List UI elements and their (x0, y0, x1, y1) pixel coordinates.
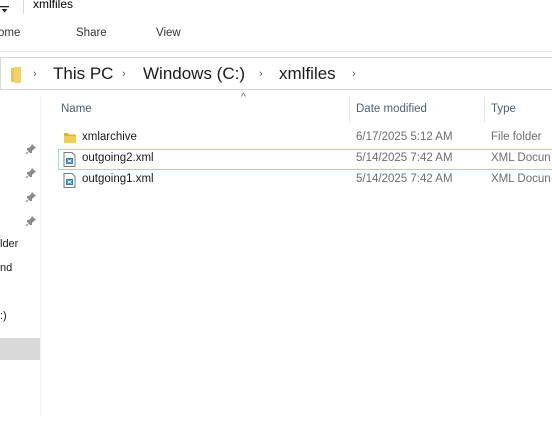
column-header-name[interactable]: Name (61, 103, 92, 115)
address-bar[interactable]: › This PC › Windows (C:) › xmlfiles › (0, 57, 552, 90)
nav-item-selected[interactable] (0, 338, 40, 360)
folder-icon (64, 133, 76, 143)
tab-share[interactable]: Share (76, 27, 107, 39)
file-name: outgoing2.xml (82, 152, 154, 164)
file-date-modified: 5/14/2025 7:42 AM (356, 173, 453, 185)
file-date-modified: 5/14/2025 7:42 AM (356, 152, 453, 164)
ribbon-tabs: ome Share View (0, 20, 552, 52)
nav-item-drive[interactable]: :) (0, 310, 7, 322)
navigation-pane: lder nd :) (0, 96, 41, 416)
xml-file-icon (63, 173, 76, 188)
window-title: xmlfiles (33, 0, 74, 11)
file-row-xmlarchive[interactable]: xmlarchive 6/17/2025 5:12 AM File folder (58, 128, 552, 149)
file-name: outgoing1.xml (82, 173, 154, 185)
xml-file-icon (63, 152, 76, 167)
file-row-outgoing1[interactable]: outgoing1.xml 5/14/2025 7:42 AM XML Docu… (58, 170, 552, 191)
tab-home[interactable]: ome (0, 27, 20, 39)
title-bar: xmlfiles (0, 0, 552, 20)
pin-icon[interactable] (25, 215, 37, 227)
title-separator (23, 0, 24, 14)
quick-access-dropdown-icon[interactable] (0, 5, 10, 15)
chevron-right-icon[interactable]: › (122, 68, 126, 80)
file-type: XML Docun (491, 173, 551, 185)
column-divider[interactable] (484, 96, 485, 123)
column-header-type[interactable]: Type (491, 103, 516, 115)
chevron-right-icon[interactable]: › (352, 68, 356, 80)
folder-icon (11, 67, 21, 83)
column-headers: ^ Name Date modified Type (44, 92, 552, 123)
file-name: xmlarchive (82, 131, 137, 143)
column-divider[interactable] (349, 96, 350, 123)
file-row-outgoing2[interactable]: outgoing2.xml 5/14/2025 7:42 AM XML Docu… (58, 149, 552, 170)
chevron-right-icon[interactable]: › (259, 68, 263, 80)
breadcrumb-this-pc[interactable]: This PC (53, 64, 113, 84)
chevron-right-icon[interactable]: › (33, 68, 37, 80)
sort-ascending-icon: ^ (241, 92, 246, 103)
nav-item[interactable]: nd (0, 262, 12, 274)
file-date-modified: 6/17/2025 5:12 AM (356, 131, 453, 143)
breadcrumb-windows-c[interactable]: Windows (C:) (143, 64, 245, 84)
pin-icon[interactable] (25, 191, 37, 203)
pin-icon[interactable] (25, 143, 37, 155)
tab-view[interactable]: View (156, 27, 181, 39)
nav-item-folder[interactable]: lder (0, 238, 18, 250)
file-type: File folder (491, 131, 542, 143)
column-header-date-modified[interactable]: Date modified (356, 103, 427, 115)
breadcrumb-xmlfiles[interactable]: xmlfiles (279, 64, 336, 84)
file-type: XML Docun (491, 152, 551, 164)
pin-icon[interactable] (25, 167, 37, 179)
